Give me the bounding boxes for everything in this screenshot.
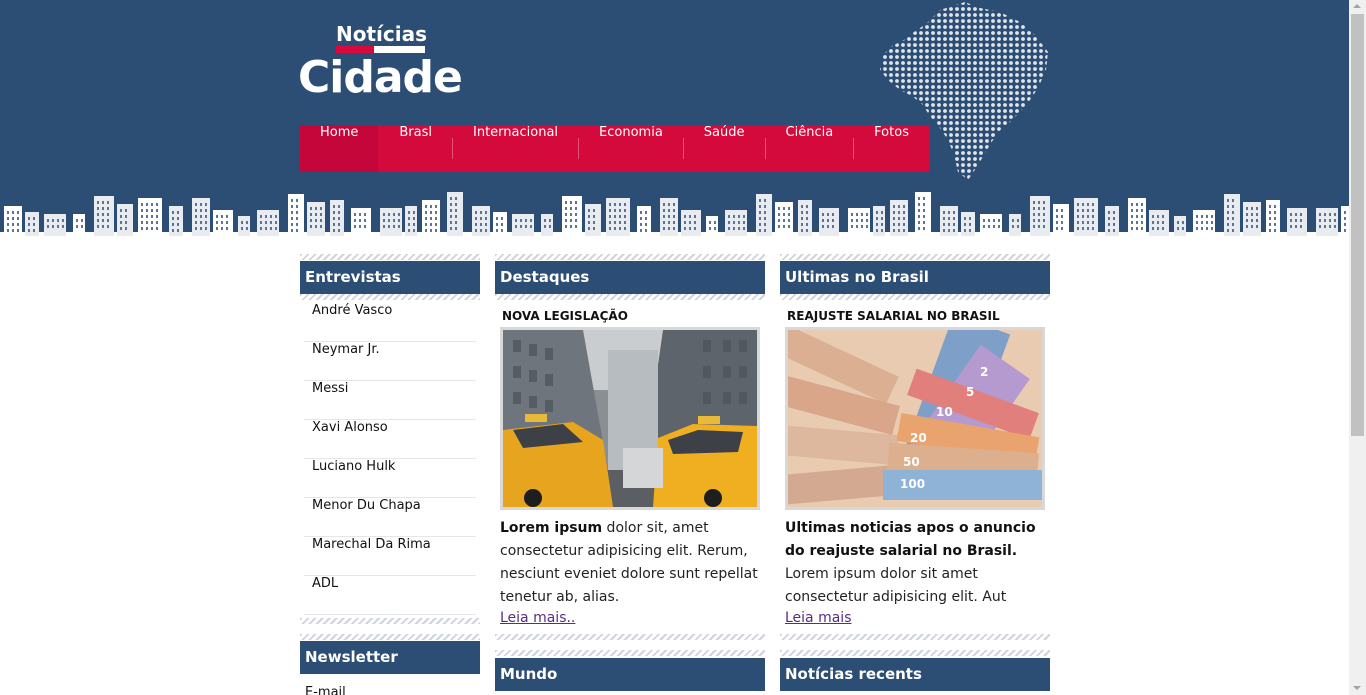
svg-text:100: 100 <box>900 477 925 491</box>
money-bills-image: 25 10 20 50 100 <box>788 330 1042 507</box>
logo-line1: Notícias <box>336 22 428 46</box>
nav-item-brasl[interactable]: Brasl <box>379 125 452 172</box>
interview-item[interactable]: André Vasco <box>304 303 476 342</box>
city-taxi-image <box>503 330 757 507</box>
scroll-down-arrow-icon[interactable] <box>1353 686 1361 690</box>
highlights-read-more-link[interactable]: Leia mais.. <box>500 610 575 626</box>
nav-item-ciencia[interactable]: Ciência <box>766 125 854 172</box>
interview-item[interactable]: Neymar Jr. <box>304 342 476 381</box>
divider-hatch <box>300 254 480 260</box>
highlights-lead: Lorem ipsum <box>500 520 603 536</box>
interview-item[interactable]: Luciano Hulk <box>304 459 476 498</box>
interviews-list: André Vasco Neymar Jr. Messi Xavi Alonso Luc… <box>300 303 480 615</box>
world-title: Mundo <box>495 658 765 691</box>
divider-hatch <box>300 618 480 624</box>
svg-text:5: 5 <box>966 385 974 399</box>
divider-hatch <box>495 294 765 300</box>
scrollbar-thumb[interactable] <box>1351 14 1364 436</box>
brazil-headline[interactable]: REAJUSTE SALARIAL NO BRASIL <box>787 309 1000 323</box>
divider-hatch <box>780 294 1050 300</box>
brazil-read-more-link[interactable]: Leia mais <box>785 610 852 626</box>
interview-item[interactable]: Menor Du Chapa <box>304 498 476 537</box>
highlights-title: Destaques <box>495 261 765 294</box>
city-skyline-icon <box>0 192 1349 240</box>
highlights-text: Lorem ipsum dolor sit, amet consectetur … <box>500 517 762 609</box>
logo-line2: Cidade <box>298 52 463 103</box>
svg-text:2: 2 <box>980 365 988 379</box>
nav-item-economia[interactable]: Economia <box>579 125 683 172</box>
brazil-text: Ultimas noticias apos o anuncio do reaju… <box>785 517 1047 609</box>
interview-item[interactable]: Messi <box>304 381 476 420</box>
interview-item[interactable]: ADL <box>304 576 476 615</box>
site-header: Notícias Cidade Home Brasl Internacional Ec… <box>0 0 1349 240</box>
divider-hatch <box>300 294 480 300</box>
nav-item-saude[interactable]: Saúde <box>684 125 765 172</box>
brazil-news-title: Ultimas no Brasil <box>780 261 1050 294</box>
interviews-title: Entrevistas <box>300 261 480 294</box>
main-nav: Home Brasl Internacional Economia Saúde Ciênc… <box>300 125 930 172</box>
recent-news-title: Notícias recents <box>780 658 1050 691</box>
brazil-body: Lorem ipsum dolor sit amet consectetur a… <box>785 566 1007 605</box>
svg-text:10: 10 <box>936 405 953 419</box>
divider-hatch <box>780 254 1050 260</box>
divider-hatch <box>495 634 765 640</box>
svg-text:20: 20 <box>910 431 927 445</box>
divider-hatch <box>495 254 765 260</box>
scrollbar[interactable] <box>1349 0 1366 695</box>
newsletter-title: Newsletter <box>300 641 480 674</box>
divider-hatch <box>780 650 1050 656</box>
site-logo[interactable]: Notícias Cidade <box>298 22 463 103</box>
divider-hatch <box>300 634 480 640</box>
newsletter-email-label: E-mail <box>305 685 346 695</box>
nav-item-home[interactable]: Home <box>300 125 379 172</box>
divider-hatch <box>780 634 1050 640</box>
highlights-headline[interactable]: NOVA LEGISLAÇÃO <box>502 309 628 323</box>
brazil-lead: Ultimas noticias apos o anuncio do reaju… <box>785 520 1036 559</box>
nav-item-internacional[interactable]: Internacional <box>453 125 578 172</box>
scroll-up-arrow-icon[interactable] <box>1353 4 1361 8</box>
interview-item[interactable]: Xavi Alonso <box>304 420 476 459</box>
highlights-image[interactable] <box>500 327 760 510</box>
nav-item-fotos[interactable]: Fotos <box>854 125 929 172</box>
interview-item[interactable]: Marechal Da Rima <box>304 537 476 576</box>
divider-hatch <box>495 650 765 656</box>
brazil-image[interactable]: 2 5 10 20 50 100 <box>785 327 1045 510</box>
svg-text:50: 50 <box>903 455 920 469</box>
